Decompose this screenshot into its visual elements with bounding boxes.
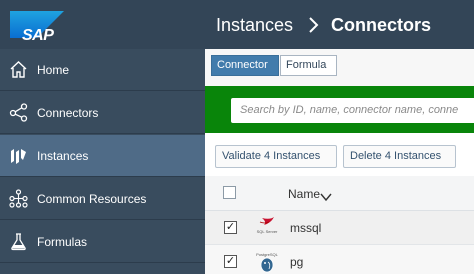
search-input[interactable]: Search by ID, name, connector name, conn…	[231, 98, 474, 123]
validate-instances-button[interactable]: Validate 4 Instances	[215, 145, 337, 168]
table-header: Name	[205, 176, 474, 211]
sidebar-item-label: Instances	[37, 149, 89, 163]
page-title: Connectors	[331, 15, 432, 35]
sap-logo-text: SAP	[22, 27, 54, 44]
main-panel: Connector Formula Search by ID, name, co…	[205, 49, 474, 274]
table-row[interactable]: ✓ PostgreSQL pg	[205, 245, 474, 274]
share-nodes-icon	[9, 103, 28, 122]
sidebar: Home Connectors Instances Common Resourc…	[0, 49, 205, 274]
instance-name[interactable]: pg	[290, 255, 303, 269]
action-bar: Validate 4 Instances Delete 4 Instances	[205, 133, 474, 176]
sidebar-item-label: Connectors	[37, 106, 99, 120]
sidebar-item-formulas[interactable]: Formulas	[0, 221, 205, 263]
row-checkbox[interactable]: ✓	[224, 221, 237, 234]
sidebar-item-connectors[interactable]: Connectors	[0, 92, 205, 134]
breadcrumb-chevron-icon	[307, 15, 321, 35]
tab-connector[interactable]: Connector	[211, 55, 279, 76]
select-all-checkbox[interactable]	[223, 186, 236, 199]
sidebar-item-instances[interactable]: Instances	[0, 135, 205, 177]
sidebar-item-label: Common Resources	[37, 192, 147, 206]
search-bar: Search by ID, name, connector name, conn…	[205, 86, 474, 133]
postgresql-logo-caption: PostgreSQL	[256, 252, 279, 257]
app-header: SAP Instances Connectors	[0, 0, 474, 49]
tab-formula[interactable]: Formula	[280, 55, 337, 76]
table-row[interactable]: ✓ SQL Server mssql	[205, 211, 474, 245]
flask-icon	[9, 232, 28, 251]
name-column-header[interactable]: Name	[288, 187, 320, 201]
delete-instances-button[interactable]: Delete 4 Instances	[343, 145, 456, 168]
sidebar-item-label: Home	[37, 63, 70, 77]
postgresql-logo: PostgreSQL	[252, 250, 282, 274]
sidebar-item-home[interactable]: Home	[0, 49, 205, 91]
sql-server-logo-caption: SQL Server	[257, 229, 278, 234]
hierarchy-icon	[9, 189, 28, 208]
sql-server-logo: SQL Server	[252, 216, 282, 240]
instances-icon	[9, 146, 28, 165]
home-icon	[9, 60, 28, 79]
breadcrumb-instances[interactable]: Instances	[216, 15, 293, 36]
sap-logo[interactable]: SAP	[10, 11, 64, 44]
instance-name[interactable]: mssql	[290, 221, 321, 235]
tab-bar: Connector Formula	[205, 49, 474, 86]
sidebar-item-common-resources[interactable]: Common Resources	[0, 178, 205, 220]
sort-chevron-icon[interactable]	[320, 189, 332, 202]
sidebar-item-label: Formulas	[37, 235, 88, 249]
row-checkbox[interactable]: ✓	[224, 255, 237, 268]
